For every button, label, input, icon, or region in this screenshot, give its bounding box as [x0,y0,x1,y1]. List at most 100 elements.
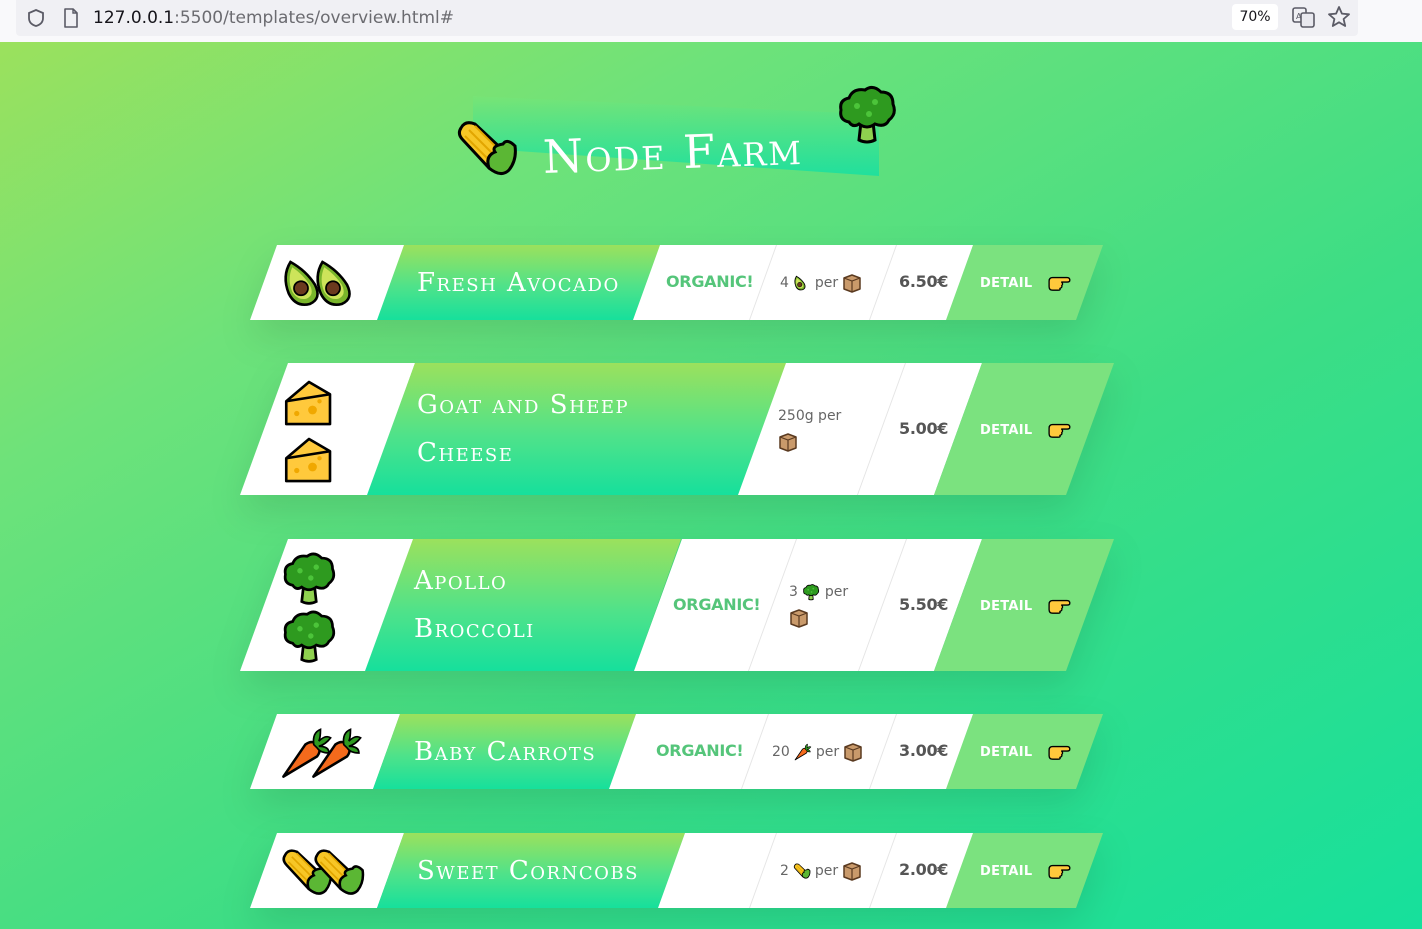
cheese-icon [280,432,338,488]
divider [868,833,897,908]
product-info-cell: ORGANIC! 3 per 5.50€ [634,539,982,671]
product-card[interactable]: Sweet Corncobs 2 per 2.00€ DETAIL [250,833,1103,908]
product-name-line: Cheese [417,438,514,468]
product-name-line: Apollo [414,566,508,596]
broccoli-icon [802,583,820,601]
box-icon [842,273,862,293]
divider [868,245,897,320]
product-info-cell: ORGANIC! 4 per 6.50€ [633,245,975,320]
detail-button[interactable]: DETAIL [980,421,1071,439]
product-name[interactable]: Sweet Corncobs [417,833,639,908]
quantity-count: 4 [780,275,789,291]
detail-label: DETAIL [980,275,1033,291]
organic-badge: ORGANIC! [656,741,744,760]
detail-label: DETAIL [980,863,1033,879]
avocado-icon [312,255,368,311]
product-name-line: Broccoli [414,614,535,644]
quantity-per: per [814,863,839,879]
product-name-cell[interactable]: Apollo Broccoli [365,539,681,671]
broccoli-icon [280,549,338,607]
detail-label: DETAIL [980,744,1033,760]
detail-button[interactable]: DETAIL [980,274,1071,292]
corn-icon [312,845,366,899]
product-price: 3.00€ [899,741,949,760]
carrot-icon [794,743,812,761]
product-price: 2.00€ [899,860,949,879]
product-quantity: 4 per [780,273,862,293]
detail-label: DETAIL [980,422,1033,438]
box-icon [778,432,798,452]
product-quantity: 3 per [789,579,848,631]
product-name-cell[interactable]: Fresh Avocado [377,245,660,320]
product-image-cell [250,833,404,908]
detail-cell[interactable]: DETAIL [946,714,1103,789]
avocado-icon [793,274,811,292]
detail-cell[interactable]: DETAIL [946,245,1103,320]
pointing-hand-icon [1047,597,1071,615]
pointing-hand-icon [1047,862,1071,880]
pointing-hand-icon [1047,274,1071,292]
url-path: :5500/templates/overview.html# [174,8,455,28]
product-price: 5.50€ [899,595,949,614]
page-icon [64,8,78,28]
quantity-count: 250g per [778,408,842,424]
cheese-icon [280,375,338,431]
product-card[interactable]: Fresh Avocado ORGANIC! 4 per 6.50€ DETAI… [250,245,1103,320]
carrot-icon [310,726,364,780]
shield-icon[interactable] [26,8,46,28]
quantity-per: per [814,275,839,291]
product-quantity: 250g per [778,403,841,455]
translate-icon[interactable]: A [1292,6,1316,28]
detail-cell[interactable]: DETAIL [946,833,1103,908]
url-text[interactable]: 127.0.0.1:5500/templates/overview.html# [93,7,454,29]
bookmark-star-icon[interactable] [1327,5,1351,29]
product-name[interactable]: Apollo Broccoli [414,539,535,671]
divider [740,714,769,789]
detail-button[interactable]: DETAIL [980,743,1071,761]
organic-badge: ORGANIC! [666,272,754,291]
organic-badge: ORGANIC! [673,595,761,614]
corn-icon [793,862,811,880]
product-name[interactable]: Baby Carrots [414,714,596,789]
quantity-count: 20 [772,744,790,760]
divider [868,714,897,789]
box-icon [789,608,809,628]
quantity-per: per [815,744,840,760]
broccoli-icon [835,82,899,146]
product-name-cell[interactable]: Goat and Sheep Cheese [367,363,787,495]
product-quantity: 2 per [780,861,862,881]
product-name[interactable]: Goat and Sheep Cheese [417,363,629,495]
product-price: 5.00€ [899,419,949,438]
pointing-hand-icon [1047,421,1071,439]
pointing-hand-icon [1047,743,1071,761]
quantity-count: 3 [789,584,798,600]
product-card[interactable]: Apollo Broccoli ORGANIC! 3 per 5.50€ DET… [240,539,1114,671]
quantity-per: per [824,584,849,600]
product-name-line: Goat and Sheep [417,390,630,420]
detail-button[interactable]: DETAIL [980,862,1071,880]
product-card[interactable]: Goat and Sheep Cheese 250g per 5.00€ DET… [240,363,1114,495]
broccoli-icon [280,607,338,665]
box-icon [842,861,862,881]
browser-toolbar: 127.0.0.1:5500/templates/overview.html# … [0,0,1422,42]
svg-text:A: A [1296,12,1302,21]
product-price: 6.50€ [899,272,949,291]
product-quantity: 20 per [772,742,863,762]
corn-icon [455,116,519,180]
url-host: 127.0.0.1 [93,8,175,28]
product-info-cell: 2 per 2.00€ [658,833,975,908]
detail-button[interactable]: DETAIL [980,597,1071,615]
zoom-level-button[interactable]: 70% [1232,4,1278,30]
product-name[interactable]: Fresh Avocado [417,245,620,320]
product-name-cell[interactable]: Sweet Corncobs [377,833,685,908]
box-icon [843,742,863,762]
product-card[interactable]: Baby Carrots ORGANIC! 20 per 3.00€ DETAI… [250,714,1103,789]
page-title: Node Farm [542,120,804,184]
product-name-cell[interactable]: Baby Carrots [373,714,636,789]
hero-header: Node Farm [455,82,905,192]
product-info-cell: ORGANIC! 20 per 3.00€ [609,714,975,789]
detail-label: DETAIL [980,598,1033,614]
quantity-count: 2 [780,863,789,879]
page-body: Node Farm Fresh Avocado ORGANIC! 4 per 6… [0,42,1422,929]
divider [748,833,777,908]
